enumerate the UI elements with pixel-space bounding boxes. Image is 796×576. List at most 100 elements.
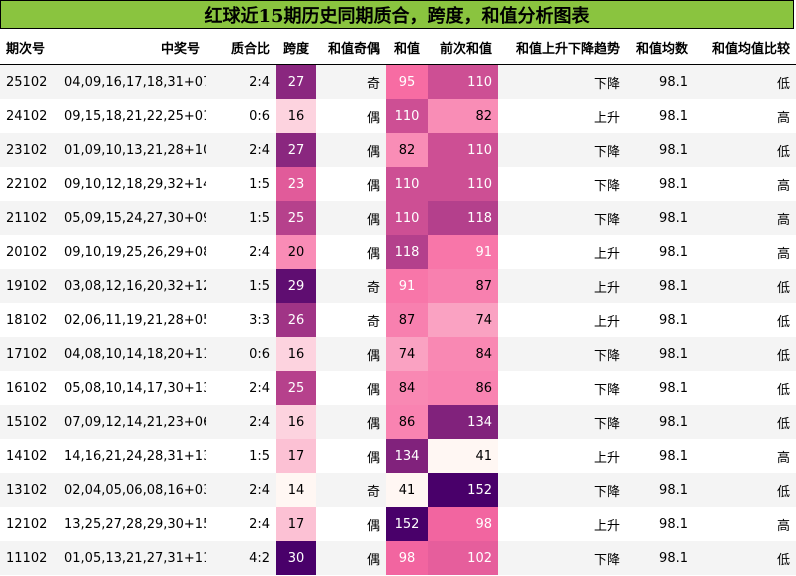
cell-issue: 19102: [0, 269, 58, 303]
cell-span: 25: [276, 201, 316, 235]
cell-sum-parity: 偶: [316, 201, 386, 235]
cell-mean-compare: 低: [694, 371, 796, 405]
header-sum-mean: 和值均数: [626, 30, 694, 65]
cell-sum-mean: 98.1: [626, 371, 694, 405]
cell-sum-mean: 98.1: [626, 64, 694, 99]
header-span: 跨度: [276, 30, 316, 65]
cell-sum-parity: 偶: [316, 405, 386, 439]
cell-trend: 下降: [498, 133, 626, 167]
cell-sum: 110: [386, 167, 428, 201]
cell-sum-parity: 奇: [316, 303, 386, 337]
cell-sum-parity: 偶: [316, 439, 386, 473]
cell-prev-sum: 82: [428, 99, 498, 133]
header-issue: 期次号: [0, 30, 58, 65]
cell-mean-compare: 低: [694, 541, 796, 575]
cell-prev-sum: 134: [428, 405, 498, 439]
cell-mean-compare: 高: [694, 201, 796, 235]
cell-sum-parity: 偶: [316, 133, 386, 167]
header-prime-ratio: 质合比: [206, 30, 276, 65]
table-row: 22102 09,10,12,18,29,32+14 1:5 23 偶 110 110 下降 9…: [0, 167, 796, 201]
cell-sum-parity: 奇: [316, 64, 386, 99]
cell-prev-sum: 110: [428, 133, 498, 167]
cell-sum-mean: 98.1: [626, 235, 694, 269]
cell-sum-parity: 偶: [316, 507, 386, 541]
cell-trend: 下降: [498, 541, 626, 575]
cell-sum-parity: 奇: [316, 269, 386, 303]
cell-span: 23: [276, 167, 316, 201]
cell-mean-compare: 低: [694, 303, 796, 337]
table-row: 11102 01,05,13,21,27,31+11 4:2 30 偶 98 102 下降 98…: [0, 541, 796, 575]
cell-sum-parity: 偶: [316, 541, 386, 575]
cell-prime-ratio: 1:5: [206, 201, 276, 235]
cell-prev-sum: 110: [428, 167, 498, 201]
cell-sum-parity: 奇: [316, 473, 386, 507]
table-row: 25102 04,09,16,17,18,31+07 2:4 27 奇 95 110 下降 98…: [0, 64, 796, 99]
cell-numbers: 14,16,21,24,28,31+13: [58, 439, 206, 473]
cell-trend: 下降: [498, 473, 626, 507]
cell-sum-mean: 98.1: [626, 405, 694, 439]
cell-prime-ratio: 2:4: [206, 235, 276, 269]
cell-prime-ratio: 2:4: [206, 64, 276, 99]
cell-issue: 24102: [0, 99, 58, 133]
cell-trend: 下降: [498, 405, 626, 439]
header-sum-parity: 和值奇偶: [316, 30, 386, 65]
cell-sum-parity: 偶: [316, 167, 386, 201]
cell-trend: 上升: [498, 269, 626, 303]
table-row: 14102 14,16,21,24,28,31+13 1:5 17 偶 134 41 上升 98…: [0, 439, 796, 473]
cell-mean-compare: 低: [694, 133, 796, 167]
cell-span: 16: [276, 99, 316, 133]
cell-mean-compare: 高: [694, 167, 796, 201]
cell-trend: 下降: [498, 201, 626, 235]
cell-sum-parity: 偶: [316, 371, 386, 405]
cell-span: 26: [276, 303, 316, 337]
cell-sum: 84: [386, 371, 428, 405]
cell-mean-compare: 低: [694, 64, 796, 99]
cell-numbers: 01,09,10,13,21,28+10: [58, 133, 206, 167]
cell-span: 27: [276, 133, 316, 167]
cell-sum: 41: [386, 473, 428, 507]
table-row: 24102 09,15,18,21,22,25+01 0:6 16 偶 110 82 上升 98…: [0, 99, 796, 133]
cell-sum: 134: [386, 439, 428, 473]
cell-mean-compare: 高: [694, 507, 796, 541]
cell-numbers: 04,09,16,17,18,31+07: [58, 64, 206, 99]
cell-sum: 91: [386, 269, 428, 303]
table-row: 13102 02,04,05,06,08,16+03 2:4 14 奇 41 152 下降 98…: [0, 473, 796, 507]
cell-mean-compare: 低: [694, 269, 796, 303]
header-row: 期次号 中奖号 质合比 跨度 和值奇偶 和值 前次和值 和值上升下降趋势 和值均…: [0, 30, 796, 65]
table-row: 19102 03,08,12,16,20,32+12 1:5 29 奇 91 87 上升 98.…: [0, 269, 796, 303]
cell-numbers: 04,08,10,14,18,20+11: [58, 337, 206, 371]
cell-sum-mean: 98.1: [626, 167, 694, 201]
cell-mean-compare: 低: [694, 337, 796, 371]
cell-trend: 上升: [498, 439, 626, 473]
cell-sum-mean: 98.1: [626, 507, 694, 541]
cell-prev-sum: 41: [428, 439, 498, 473]
cell-issue: 22102: [0, 167, 58, 201]
cell-trend: 上升: [498, 99, 626, 133]
cell-prime-ratio: 1:5: [206, 167, 276, 201]
cell-sum-mean: 98.1: [626, 201, 694, 235]
table-row: 18102 02,06,11,19,21,28+05 3:3 26 奇 87 74 上升 98.…: [0, 303, 796, 337]
cell-sum-parity: 偶: [316, 337, 386, 371]
cell-prev-sum: 110: [428, 64, 498, 99]
cell-trend: 下降: [498, 371, 626, 405]
cell-prev-sum: 91: [428, 235, 498, 269]
cell-mean-compare: 高: [694, 439, 796, 473]
analysis-table: 期次号 中奖号 质合比 跨度 和值奇偶 和值 前次和值 和值上升下降趋势 和值均…: [0, 30, 796, 575]
header-prev-sum: 前次和值: [428, 30, 498, 65]
cell-span: 16: [276, 405, 316, 439]
cell-sum-mean: 98.1: [626, 303, 694, 337]
cell-sum: 82: [386, 133, 428, 167]
cell-prime-ratio: 2:4: [206, 473, 276, 507]
cell-issue: 21102: [0, 201, 58, 235]
header-mean-compare: 和值均值比较: [694, 30, 796, 65]
cell-mean-compare: 低: [694, 473, 796, 507]
cell-numbers: 09,10,19,25,26,29+08: [58, 235, 206, 269]
cell-span: 20: [276, 235, 316, 269]
cell-prime-ratio: 1:5: [206, 439, 276, 473]
cell-span: 17: [276, 507, 316, 541]
table-body: 25102 04,09,16,17,18,31+07 2:4 27 奇 95 110 下降 98…: [0, 64, 796, 575]
cell-numbers: 05,08,10,14,17,30+13: [58, 371, 206, 405]
cell-sum-mean: 98.1: [626, 337, 694, 371]
cell-mean-compare: 高: [694, 235, 796, 269]
cell-prime-ratio: 0:6: [206, 99, 276, 133]
